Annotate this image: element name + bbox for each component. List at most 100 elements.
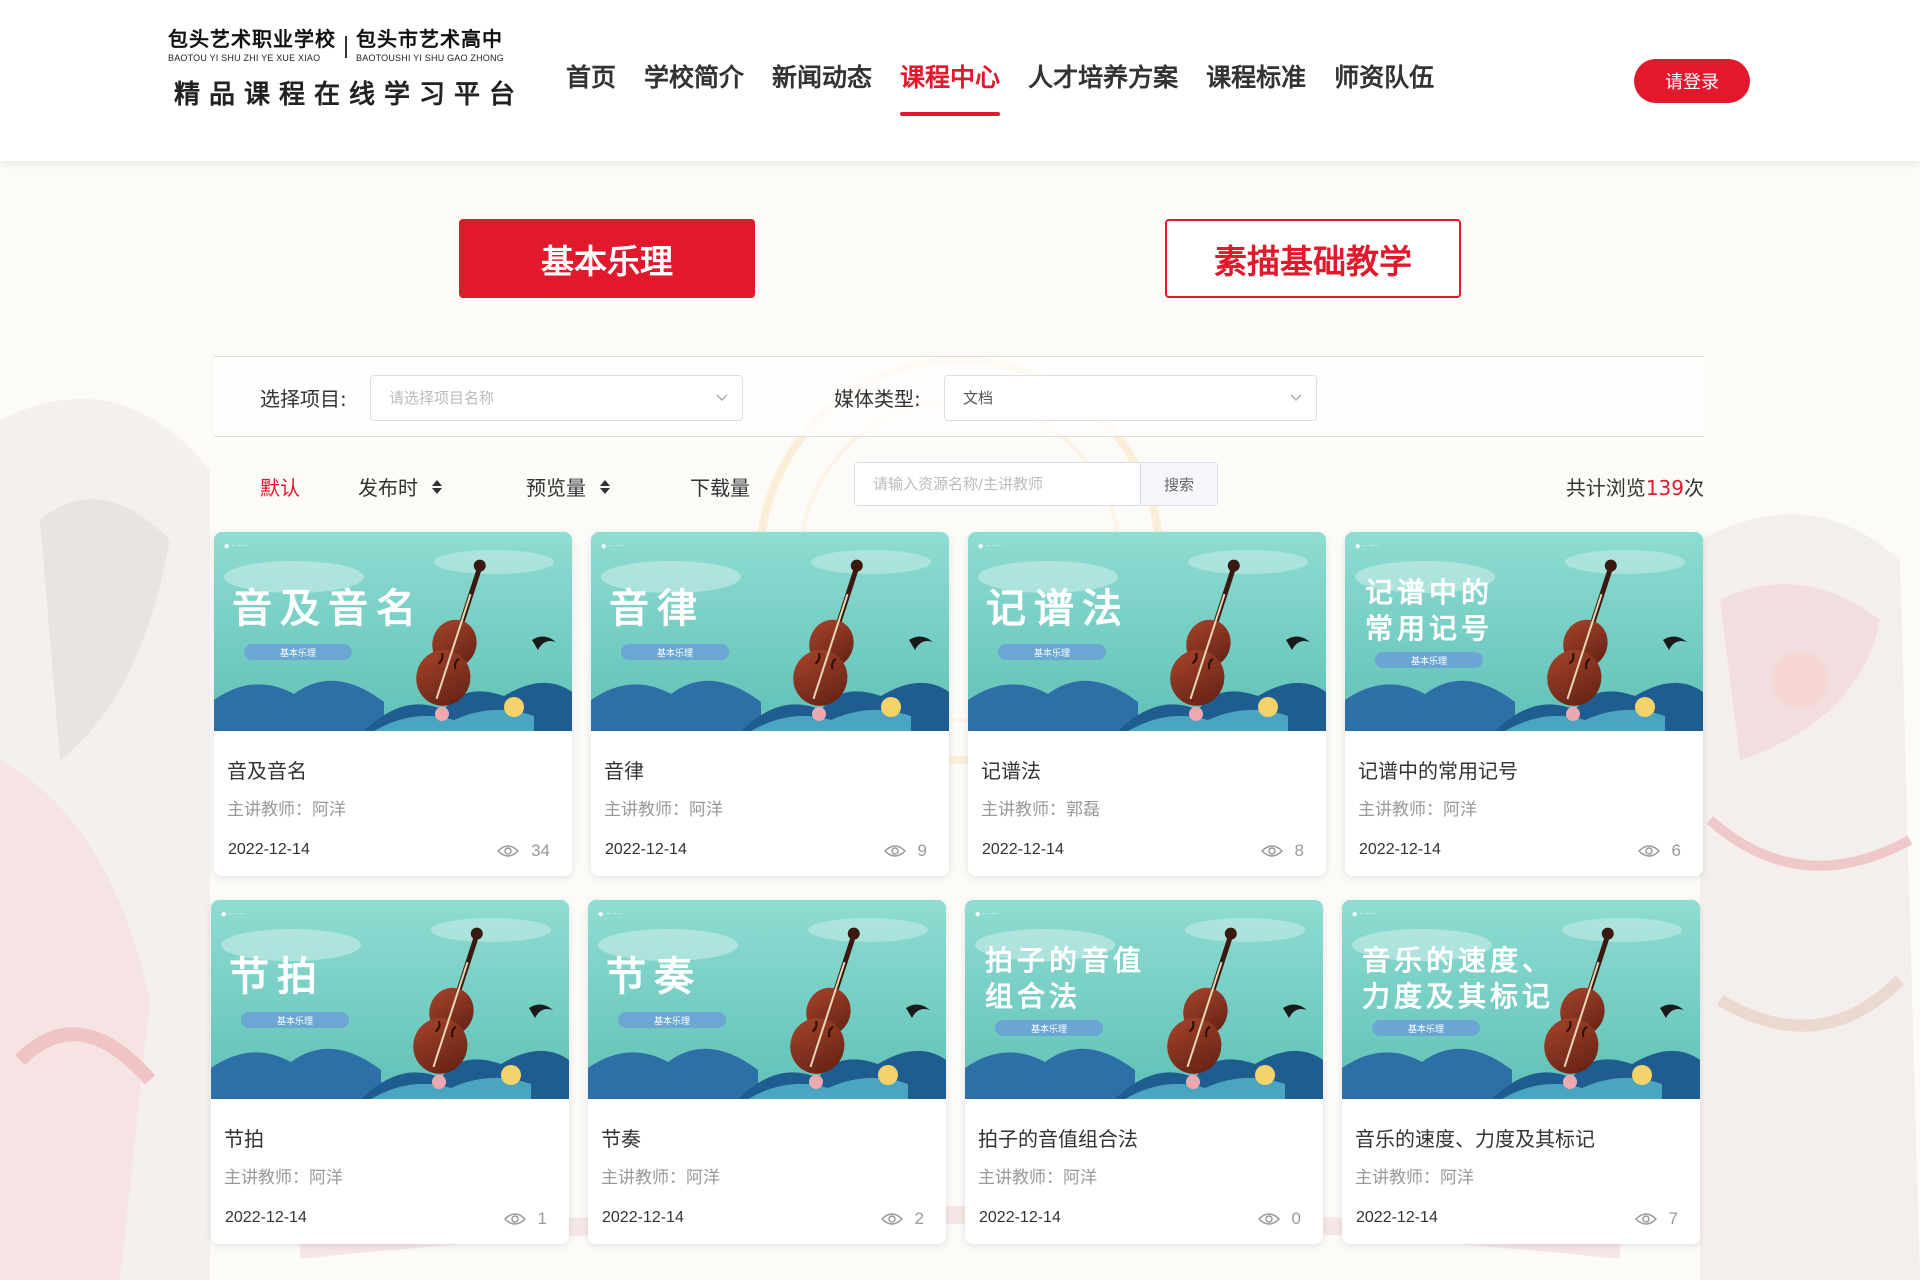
- project-select[interactable]: 请选择项目名称: [370, 375, 743, 421]
- eye-icon: [883, 845, 906, 857]
- course-thumbnail: ◆ ·· ···· 记谱中的常用记号 基本乐理: [1345, 532, 1703, 731]
- eye-icon: [1634, 1213, 1657, 1225]
- nav-item-about[interactable]: 学校简介: [644, 56, 744, 120]
- course-views: 1: [503, 1209, 547, 1229]
- course-date: 2022-12-14: [605, 841, 687, 858]
- svg-text:◆ ·· ····: ◆ ·· ····: [1355, 542, 1378, 550]
- sort-download-label: 下载量: [690, 476, 750, 500]
- course-views: 34: [497, 841, 550, 861]
- course-card[interactable]: ◆ ·· ···· 拍子的音值 组合法 基本乐理 拍子的音值组合法 主讲教师：阿洋…: [965, 900, 1323, 1244]
- svg-text:◆ ·· ····: ◆ ·· ····: [224, 542, 247, 550]
- course-date: 2022-12-14: [602, 1209, 684, 1226]
- course-card[interactable]: ◆ ·· ···· 音及音名 基本乐理 音及音名 主讲教师：阿洋 2022-12…: [214, 532, 572, 876]
- course-view-count: 0: [1291, 1209, 1301, 1228]
- course-teacher: 主讲教师：阿洋: [224, 1168, 343, 1188]
- course-teacher: 主讲教师：阿洋: [604, 800, 723, 820]
- eye-icon: [1260, 845, 1283, 857]
- nav-item-news[interactable]: 新闻动态: [772, 56, 872, 120]
- thumbnail-caption-line: 拍子的音值: [985, 944, 1145, 977]
- thumbnail-caption: 音及音名: [232, 585, 416, 632]
- thumbnail-caption-line: 常用记号: [1365, 612, 1493, 645]
- course-views: 9: [883, 841, 927, 861]
- course-card[interactable]: ◆ ·· ···· 音乐的速度、 力度及其标记 基本乐理 音乐的速度、力度及其标记…: [1342, 900, 1700, 1244]
- course-thumbnail: ◆ ·· ···· 音律 基本乐理: [591, 532, 949, 731]
- course-date: 2022-12-14: [225, 1209, 307, 1226]
- course-card[interactable]: ◆ ·· ···· 记谱法 基本乐理 记谱法 主讲教师：郭磊 2022-12-1…: [968, 532, 1326, 876]
- course-view-count: 34: [531, 841, 550, 860]
- course-view-count: 6: [1671, 841, 1681, 860]
- course-title: 节奏: [601, 1127, 641, 1151]
- course-thumbnail: ◆ ·· ···· 拍子的音值组合法 基本乐理: [965, 900, 1323, 1099]
- sort-toggle-icon: [600, 479, 610, 494]
- sort-preview-count[interactable]: 预览量: [526, 472, 612, 501]
- nav-item-courses[interactable]: 课程中心: [900, 56, 1001, 120]
- eye-icon: [503, 1213, 526, 1225]
- svg-text:◆ ·· ····: ◆ ·· ····: [975, 910, 998, 918]
- course-card[interactable]: ◆ ·· ···· 节奏 基本乐理 节奏 主讲教师：阿洋 2022-12-14: [588, 900, 946, 1244]
- thumbnail-subtitle: 基本乐理: [1411, 655, 1447, 667]
- svg-text:◆ ·· ····: ◆ ·· ····: [1352, 910, 1375, 918]
- eye-icon: [497, 845, 520, 857]
- logo-school-right-pinyin: BAOTOUSHI YI SHU GAO ZHONG: [356, 53, 504, 63]
- thumbnail-caption-line: 音乐的速度、: [1362, 944, 1554, 977]
- main-nav: 首页 学校简介 新闻动态 课程中心 人才培养方案 课程标准 师资队伍: [566, 56, 1462, 120]
- logo-school-left-pinyin: BAOTOU YI SHU ZHI YE XUE XIAO: [168, 53, 321, 63]
- media-type-value: 文档: [963, 389, 994, 407]
- total-views-count: 139: [1645, 476, 1684, 500]
- course-views: 0: [1257, 1209, 1301, 1229]
- svg-text:◆ ·· ····: ◆ ·· ····: [221, 910, 244, 918]
- course-views: 7: [1634, 1209, 1678, 1229]
- login-button[interactable]: 请登录: [1634, 59, 1750, 103]
- course-title: 音及音名: [227, 759, 307, 783]
- thumbnail-subtitle: 基本乐理: [1031, 1023, 1067, 1035]
- thumbnail-caption-line: 记谱法: [986, 585, 1130, 632]
- course-teacher: 主讲教师：阿洋: [227, 800, 346, 820]
- course-title: 拍子的音值组合法: [978, 1127, 1138, 1151]
- course-thumbnail: ◆ ·· ···· 节拍 基本乐理: [211, 900, 569, 1099]
- nav-item-training-plan[interactable]: 人才培养方案: [1028, 56, 1178, 120]
- category-button-music-theory[interactable]: 基本乐理: [459, 219, 755, 298]
- sort-default-label: 默认: [260, 476, 300, 500]
- course-date: 2022-12-14: [1356, 1209, 1438, 1226]
- sort-download-count[interactable]: 下载量: [690, 472, 750, 501]
- course-title: 节拍: [224, 1127, 264, 1151]
- course-view-count: 1: [537, 1209, 547, 1228]
- course-views: 8: [1260, 841, 1304, 861]
- course-teacher: 主讲教师：阿洋: [978, 1168, 1097, 1188]
- nav-item-standards[interactable]: 课程标准: [1206, 56, 1306, 120]
- course-card[interactable]: ◆ ·· ···· 记谱中的 常用记号 基本乐理 记谱中的常用记号 主讲教师：阿洋…: [1345, 532, 1703, 876]
- site-header: 包头艺术职业学校 BAOTOU YI SHU ZHI YE XUE XIAO 包…: [0, 0, 1920, 161]
- course-title: 记谱法: [981, 759, 1041, 783]
- total-views: 共计浏览139次: [1566, 472, 1704, 501]
- total-views-prefix: 共计浏览: [1565, 476, 1646, 500]
- course-title: 音律: [604, 759, 644, 783]
- sort-preview-label: 预览量: [526, 476, 586, 500]
- sort-publish-time[interactable]: 发布时: [358, 472, 444, 501]
- course-view-count: 2: [914, 1209, 924, 1228]
- sort-default[interactable]: 默认: [260, 472, 300, 501]
- search-input[interactable]: [855, 463, 1140, 505]
- course-view-count: 7: [1668, 1209, 1678, 1228]
- media-type-select[interactable]: 文档: [944, 375, 1317, 421]
- course-thumbnail: ◆ ·· ···· 记谱法 基本乐理: [968, 532, 1326, 731]
- thumbnail-caption-line: 节奏: [606, 953, 702, 1000]
- course-card[interactable]: ◆ ·· ···· 节拍 基本乐理 节拍 主讲教师：阿洋 2022-12-14: [211, 900, 569, 1244]
- course-thumbnail: ◆ ·· ···· 音及音名 基本乐理: [214, 532, 572, 731]
- sort-publish-label: 发布时: [358, 476, 418, 500]
- category-button-sketch[interactable]: 素描基础教学: [1165, 219, 1461, 298]
- search-button[interactable]: 搜索: [1140, 463, 1217, 505]
- school-logo[interactable]: 包头艺术职业学校 BAOTOU YI SHU ZHI YE XUE XIAO 包…: [168, 26, 528, 126]
- project-filter-label: 选择项目:: [260, 387, 347, 411]
- course-title: 记谱中的常用记号: [1358, 759, 1518, 783]
- sort-bar: 默认 发布时 预览量 下载量 搜索 共计浏览139次: [214, 437, 1704, 527]
- nav-item-home[interactable]: 首页: [566, 56, 616, 120]
- course-card[interactable]: ◆ ·· ···· 音律 基本乐理 音律 主讲教师：阿洋 2022-12-14: [591, 532, 949, 876]
- thumbnail-caption-line: 节拍: [229, 953, 325, 1000]
- thumbnail-subtitle: 基本乐理: [1408, 1023, 1444, 1035]
- course-teacher: 主讲教师：郭磊: [981, 800, 1100, 820]
- thumbnail-caption: 记谱法: [986, 585, 1130, 632]
- nav-item-faculty[interactable]: 师资队伍: [1334, 56, 1434, 120]
- chevron-down-icon: [716, 394, 728, 401]
- course-date: 2022-12-14: [1359, 841, 1441, 858]
- course-thumbnail: ◆ ·· ···· 节奏 基本乐理: [588, 900, 946, 1099]
